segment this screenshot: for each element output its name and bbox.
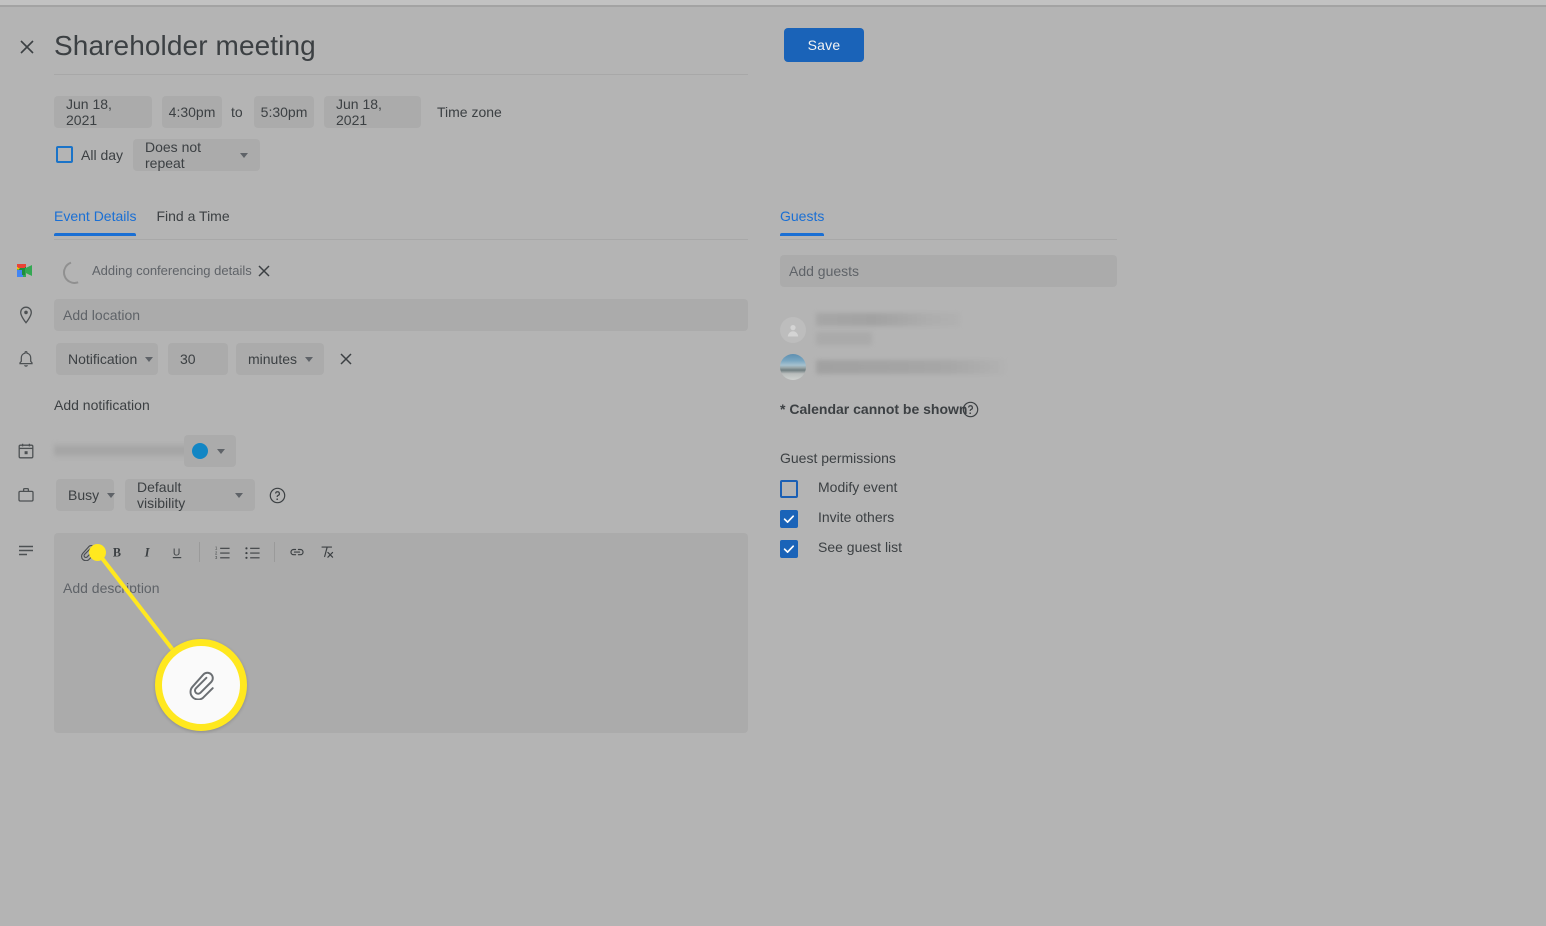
avatar xyxy=(780,317,806,343)
location-input[interactable]: Add location xyxy=(54,299,748,331)
start-time-field[interactable]: 4:30pm xyxy=(162,96,222,128)
all-day-label: All day xyxy=(81,147,124,163)
description-toolbar: B I U 1 2 3 xyxy=(54,533,748,571)
close-icon[interactable] xyxy=(14,34,40,60)
time-zone-button[interactable]: Time zone xyxy=(437,104,502,120)
notification-amount-input[interactable]: 30 xyxy=(168,343,228,375)
permission-label: Modify event xyxy=(818,479,898,495)
chevron-down-icon xyxy=(240,152,248,158)
invite-others-checkbox[interactable] xyxy=(780,510,798,528)
avatar xyxy=(780,354,806,380)
end-date-field[interactable]: Jun 18, 2021 xyxy=(324,96,421,128)
save-button[interactable]: Save xyxy=(784,28,864,62)
tabs-divider xyxy=(54,239,748,240)
start-date-field[interactable]: Jun 18, 2021 xyxy=(54,96,152,128)
remove-notification-icon[interactable] xyxy=(338,351,354,367)
insert-link-icon[interactable] xyxy=(282,537,312,567)
tab-find-a-time[interactable]: Find a Time xyxy=(156,208,229,236)
chevron-down-icon xyxy=(217,448,225,454)
attach-file-icon xyxy=(189,671,214,700)
page-title[interactable]: Shareholder meeting xyxy=(54,27,316,65)
chevron-down-icon xyxy=(305,356,314,362)
guest-name-redacted xyxy=(816,313,960,326)
notification-type-dropdown[interactable]: Notification xyxy=(56,343,158,375)
busy-status-dropdown[interactable]: Busy xyxy=(56,479,116,511)
guests-tab-divider xyxy=(780,239,1117,240)
event-color-dropdown[interactable] xyxy=(184,435,236,467)
description-placeholder: Add description xyxy=(63,580,160,596)
all-day-checkbox[interactable] xyxy=(56,146,73,163)
guest-name-redacted xyxy=(816,332,872,345)
modify-event-checkbox[interactable] xyxy=(780,480,798,498)
callout-origin-dot xyxy=(89,544,106,561)
tab-event-details[interactable]: Event Details xyxy=(54,208,137,236)
italic-icon[interactable]: I xyxy=(132,537,162,567)
svg-text:U: U xyxy=(172,547,179,558)
event-color-swatch xyxy=(192,443,208,459)
chevron-down-icon xyxy=(235,492,243,498)
notification-unit-dropdown[interactable]: minutes xyxy=(236,343,324,375)
chevron-down-icon xyxy=(107,492,116,498)
remove-conferencing-icon[interactable] xyxy=(256,263,272,279)
description-lines-icon xyxy=(16,541,36,561)
guest-name-redacted xyxy=(816,360,1005,374)
notification-type-value: Notification xyxy=(68,351,138,367)
location-pin-icon xyxy=(16,305,36,325)
briefcase-icon xyxy=(16,485,36,505)
see-guest-list-checkbox[interactable] xyxy=(780,540,798,558)
notification-unit-value: minutes xyxy=(248,351,298,367)
add-notification-button[interactable]: Add notification xyxy=(54,397,150,413)
underline-icon[interactable]: U xyxy=(162,537,192,567)
event-editor-page: Shareholder meeting Save Jun 18, 2021 4:… xyxy=(0,0,1546,926)
guest-permissions-title: Guest permissions xyxy=(780,450,896,466)
calendar-icon xyxy=(16,441,36,461)
tab-guests[interactable]: Guests xyxy=(780,208,825,236)
bulleted-list-icon[interactable] xyxy=(237,537,267,567)
numbered-list-icon[interactable]: 1 2 3 xyxy=(207,537,237,567)
callout-attach-file-highlight xyxy=(155,639,247,731)
title-underline xyxy=(54,74,748,75)
chevron-down-icon xyxy=(145,356,154,362)
permission-label: See guest list xyxy=(818,539,903,555)
recurrence-value: Does not repeat xyxy=(145,139,202,171)
loading-spinner-icon xyxy=(59,257,90,288)
add-guests-input[interactable]: Add guests xyxy=(780,255,1117,287)
svg-text:B: B xyxy=(112,545,120,559)
to-label: to xyxy=(231,104,243,120)
remove-formatting-icon[interactable] xyxy=(312,537,342,567)
visibility-dropdown[interactable]: Default visibility xyxy=(125,479,255,511)
bell-icon xyxy=(16,349,36,369)
recurrence-dropdown[interactable]: Does not repeat xyxy=(133,139,260,171)
toolbar-divider xyxy=(274,542,275,562)
visibility-help-circle-icon[interactable] xyxy=(269,487,286,504)
permission-label: Invite others xyxy=(818,509,895,525)
calendar-note: * Calendar cannot be shown xyxy=(780,401,968,417)
calendar-note-help-circle-icon[interactable] xyxy=(962,401,979,418)
end-time-field[interactable]: 5:30pm xyxy=(254,96,314,128)
conferencing-status-text: Adding conferencing details xyxy=(92,263,252,278)
visibility-value: Default visibility xyxy=(137,479,186,511)
editor-tabs: Event Details Find a Time xyxy=(54,208,250,236)
toolbar-divider xyxy=(199,542,200,562)
svg-text:3: 3 xyxy=(214,555,217,560)
busy-status-value: Busy xyxy=(68,487,100,503)
svg-text:I: I xyxy=(143,545,150,559)
browser-chrome-divider xyxy=(0,5,1546,7)
bold-icon[interactable]: B xyxy=(102,537,132,567)
google-meet-icon xyxy=(15,261,37,280)
calendar-owner-name-redacted xyxy=(54,443,190,459)
